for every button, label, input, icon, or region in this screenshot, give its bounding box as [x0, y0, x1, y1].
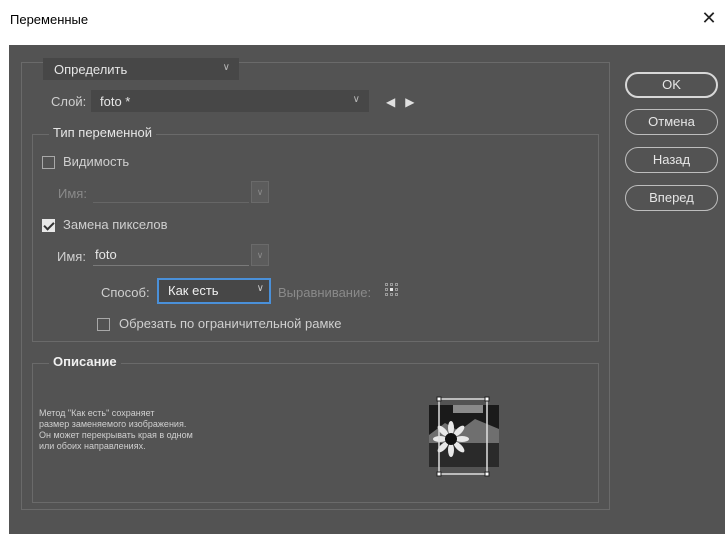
back-button[interactable]: Назад: [625, 147, 718, 173]
pixel-name-label: Имя:: [57, 249, 86, 264]
ok-button[interactable]: OK: [625, 72, 718, 98]
clip-label: Обрезать по ограничительной рамке: [119, 316, 342, 331]
visibility-name-field[interactable]: [93, 181, 249, 203]
title-bar: Переменные ✕: [0, 0, 725, 40]
chevron-down-icon: ∨: [352, 94, 360, 105]
dialog-body: Определить ∨ Слой: foto * ∨ ◀ ▶ Тип перем…: [9, 45, 725, 534]
mode-dropdown[interactable]: Определить ∨: [43, 58, 239, 80]
pixel-replace-checkbox[interactable]: [42, 219, 55, 232]
cancel-button[interactable]: Отмена: [625, 109, 718, 135]
arrow-left-icon[interactable]: ◀: [386, 95, 395, 109]
description-legend: Описание: [49, 354, 121, 369]
alignment-label: Выравнивание:: [278, 285, 372, 300]
visibility-name-label: Имя:: [58, 186, 87, 201]
sunflower-preview-image: [429, 396, 499, 477]
forward-button[interactable]: Вперед: [625, 185, 718, 211]
window-title: Переменные: [10, 12, 89, 27]
method-dropdown-value: Как есть: [168, 283, 219, 298]
method-label: Способ:: [101, 285, 150, 300]
chevron-down-icon: ∨: [256, 283, 264, 294]
method-dropdown[interactable]: Как есть ∨: [157, 278, 271, 304]
visibility-checkbox[interactable]: [42, 156, 55, 169]
arrow-right-icon[interactable]: ▶: [405, 95, 414, 109]
layer-nav-arrows: ◀ ▶: [386, 95, 424, 109]
variable-type-legend: Тип переменной: [49, 125, 157, 140]
alignment-grid-icon[interactable]: [385, 283, 398, 296]
clip-checkbox[interactable]: [97, 318, 110, 331]
pixel-replace-label: Замена пикселов: [63, 217, 168, 232]
description-text: Метод "Как есть" сохраняет размер заменя…: [39, 408, 193, 451]
pixel-name-field[interactable]: foto: [93, 244, 249, 266]
mode-dropdown-value: Определить: [54, 62, 128, 77]
layer-label: Слой:: [51, 94, 87, 109]
variables-dialog: Переменные ✕ Определить ∨ Слой: foto * ∨…: [0, 0, 725, 534]
close-icon[interactable]: ✕: [699, 8, 719, 28]
chevron-down-icon: ∨: [222, 62, 230, 73]
chevron-down-icon[interactable]: ∨: [251, 244, 269, 266]
layer-dropdown-value: foto *: [100, 94, 131, 109]
visibility-label: Видимость: [63, 154, 130, 169]
chevron-down-icon[interactable]: ∨: [251, 181, 269, 203]
layer-dropdown[interactable]: foto * ∨: [91, 90, 369, 112]
